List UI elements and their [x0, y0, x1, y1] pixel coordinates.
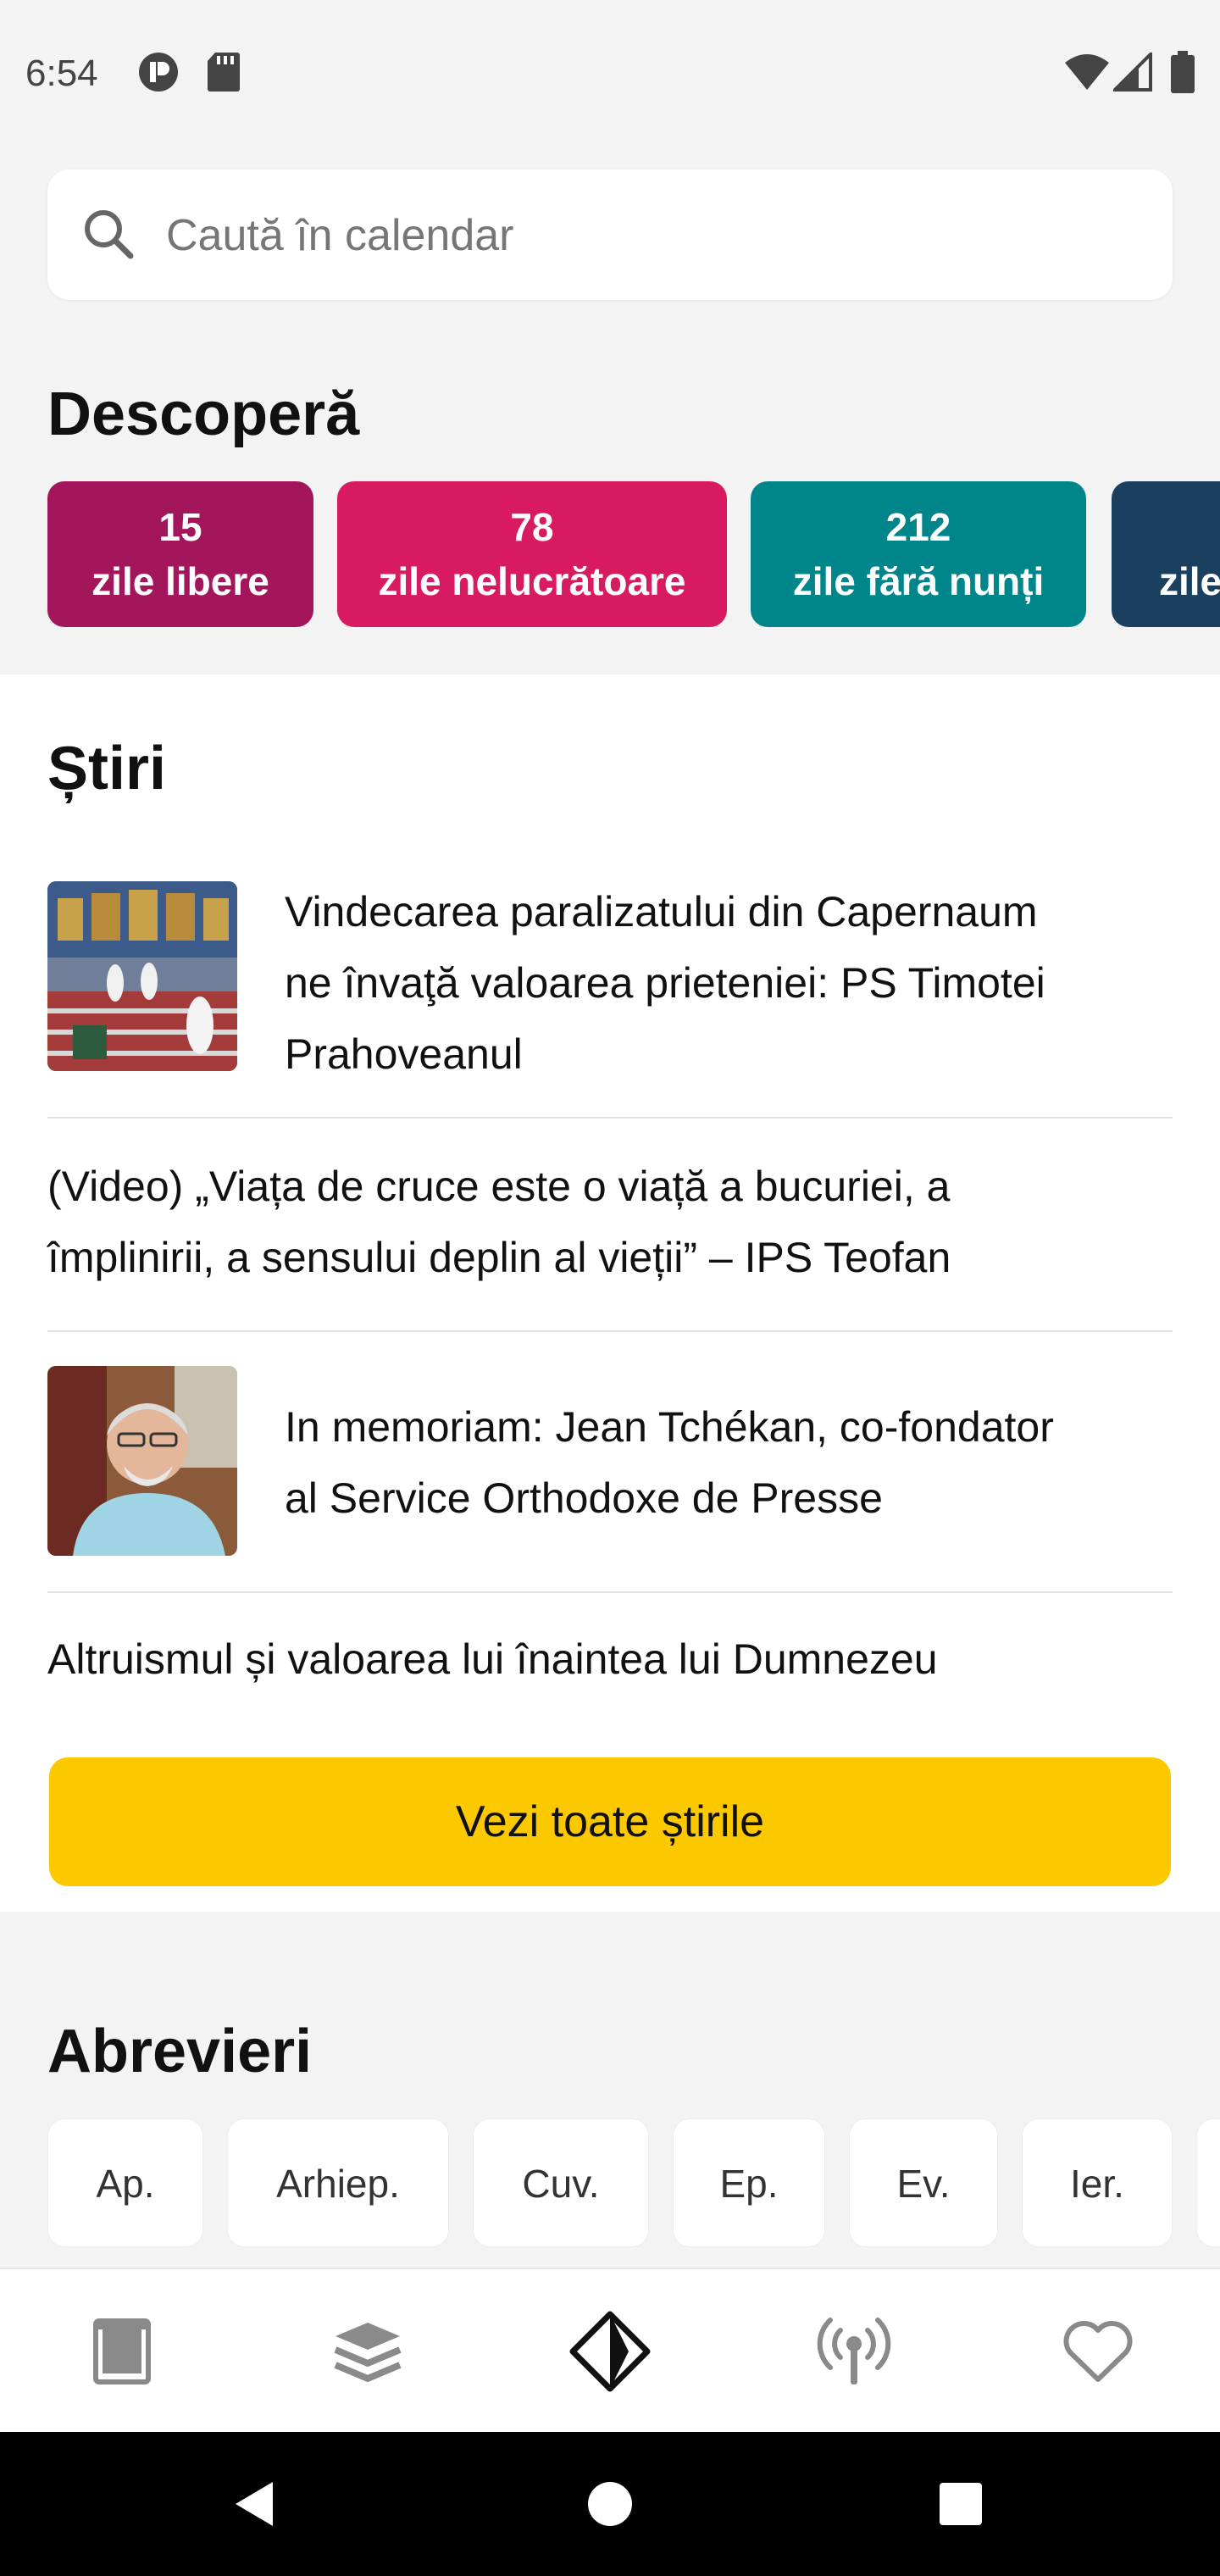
chip-number — [1112, 500, 1220, 554]
heart-icon — [1063, 2321, 1133, 2382]
chip-number: 15 — [158, 505, 202, 549]
news-item[interactable]: Altruismul și valoarea lui înaintea lui … — [47, 1629, 1173, 1713]
chip-number: 78 — [510, 505, 554, 549]
cellular-signal-icon — [1111, 50, 1152, 96]
chip-label: zile libere — [92, 559, 269, 603]
abbreviation-chip[interactable]: Ier. — [1022, 2118, 1173, 2247]
divider — [47, 1117, 1173, 1119]
news-item[interactable]: Vindecarea paralizatului din Capernaum n… — [47, 881, 1173, 1093]
status-time: 6:54 — [25, 53, 98, 94]
search-bar[interactable]: Caută în calendar — [47, 169, 1173, 300]
chip-label: zile fără nunți — [792, 559, 1045, 603]
layers-icon — [334, 2323, 402, 2382]
chip-number: 212 — [885, 505, 951, 549]
abbreviations-title: Abrevieri — [47, 2018, 313, 2085]
abbreviation-chip[interactable]: Cuv. — [473, 2118, 649, 2247]
news-item[interactable]: (Video) „Viața de cruce este o viață a b… — [47, 1156, 1173, 1317]
chip-label: zile nelucrătoare — [378, 559, 686, 603]
see-all-news-button[interactable]: Vezi toate știrile — [49, 1757, 1171, 1886]
bottom-navigation — [0, 2268, 1220, 2432]
chip-non-working-days[interactable]: 78 zile nelucrătoare — [337, 481, 727, 627]
news-title-text: In memoriam: Jean Tchékan, co-fondator a… — [285, 1403, 1054, 1522]
discover-title: Descoperă — [47, 380, 360, 448]
recents-square-icon — [940, 2483, 982, 2525]
news-thumbnail — [47, 1366, 237, 1556]
nav-radio[interactable] — [786, 2269, 922, 2434]
abbreviation-chip-partial[interactable] — [1196, 2118, 1220, 2247]
app-notification-icon — [137, 51, 180, 97]
abbreviation-chip[interactable]: Arhiep. — [227, 2118, 449, 2247]
discover-diamond-icon — [569, 2311, 651, 2392]
news-item[interactable]: In memoriam: Jean Tchékan, co-fondator a… — [47, 1366, 1173, 1561]
abbreviation-chip[interactable]: Ev. — [849, 2118, 998, 2247]
status-bar: 6:54 — [0, 0, 1220, 144]
system-recents-button[interactable] — [893, 2432, 1029, 2576]
divider — [47, 1330, 1173, 1332]
chip-no-wedding-days[interactable]: 212 zile fără nunți — [751, 481, 1086, 627]
sd-card-icon — [207, 51, 241, 97]
news-title-text: Vindecarea paralizatului din Capernaum n… — [285, 888, 1045, 1078]
radio-broadcast-icon — [817, 2318, 891, 2384]
chip-label: zile — [1159, 559, 1220, 603]
system-home-button[interactable] — [542, 2432, 678, 2576]
calendar-page-icon — [93, 2318, 151, 2384]
abbreviation-chip[interactable]: Ep. — [673, 2118, 825, 2247]
news-title-text: Altruismul și valoarea lui înaintea lui … — [47, 1635, 938, 1683]
news-thumbnail — [47, 881, 237, 1071]
battery-icon — [1171, 51, 1195, 97]
chip-free-days[interactable]: 15 zile libere — [47, 481, 313, 627]
abbreviation-chip[interactable]: Ap. — [47, 2118, 203, 2247]
news-title-text: (Video) „Viața de cruce este o viață a b… — [47, 1163, 951, 1281]
search-icon — [85, 210, 134, 259]
home-circle-icon — [588, 2482, 632, 2526]
nav-discover[interactable] — [542, 2269, 678, 2434]
back-triangle-icon — [236, 2482, 273, 2526]
news-title: Știri — [47, 735, 167, 802]
search-placeholder: Caută în calendar — [166, 211, 514, 260]
wifi-icon — [1064, 53, 1110, 96]
system-back-button[interactable] — [186, 2432, 322, 2576]
nav-layers[interactable] — [300, 2269, 435, 2434]
news-section: Știri Vindecarea paralizatului din Caper… — [0, 675, 1220, 1912]
nav-favorites[interactable] — [1030, 2269, 1166, 2434]
divider — [47, 1591, 1173, 1593]
nav-calendar[interactable] — [54, 2269, 190, 2434]
chip-more-days[interactable]: zile — [1112, 481, 1220, 627]
system-navigation-bar — [0, 2432, 1220, 2576]
